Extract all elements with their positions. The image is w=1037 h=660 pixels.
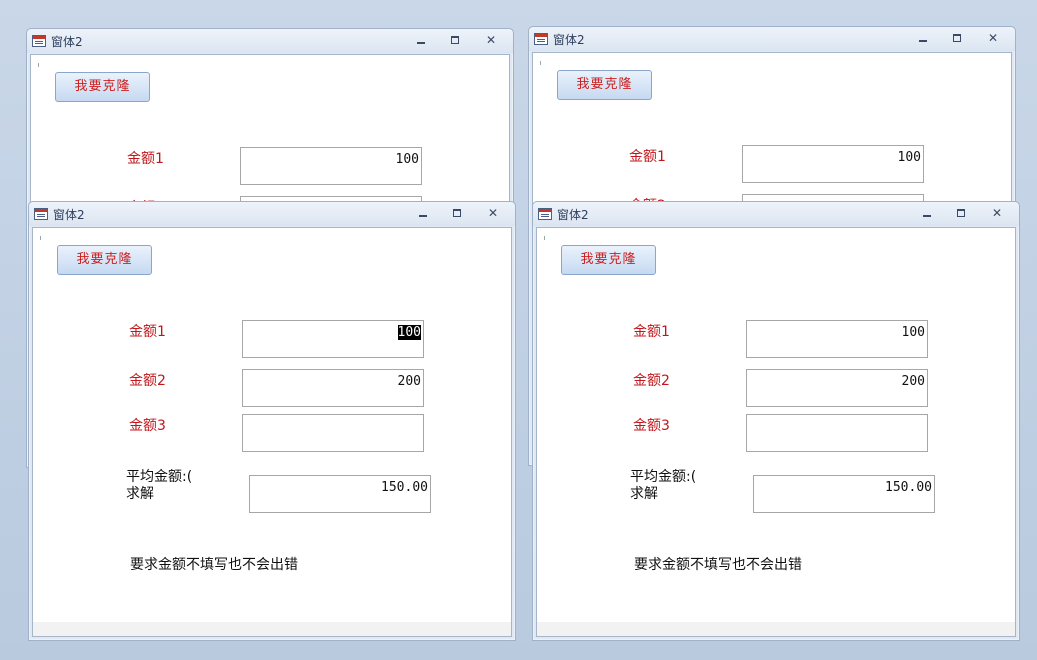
form-icon [34,208,48,220]
average-field[interactable]: 150.00 [753,475,935,513]
average-label: 平均金额:( 求解 [630,469,697,502]
close-icon[interactable]: ✕ [985,31,1001,45]
form-window-front-left[interactable]: 窗体2 ✕ 我要克隆 金额1 100 金额2 200 金额3 平均金额:( 求解… [28,201,516,641]
clone-button[interactable]: 我要克隆 [557,70,652,100]
maximize-icon[interactable] [449,206,465,220]
amount3-field[interactable] [242,414,424,452]
amount3-label: 金额3 [633,418,670,434]
maximize-icon[interactable] [953,206,969,220]
amount2-label: 金额2 [129,373,166,389]
close-icon[interactable]: ✕ [485,206,501,220]
amount1-label: 金额1 [629,149,666,165]
amount2-label: 金额2 [633,373,670,389]
desktop: { "windows": [ { "title": "窗体2", "clone_… [0,0,1037,660]
clone-button[interactable]: 我要克隆 [55,72,150,102]
amount1-field[interactable]: 100 [240,147,422,185]
title-bar[interactable]: 窗体2 ✕ [529,27,1015,51]
minimize-icon[interactable] [919,206,935,220]
close-icon[interactable]: ✕ [989,206,1005,220]
window-title: 窗体2 [553,33,585,47]
title-bar[interactable]: 窗体2 ✕ [27,29,513,53]
window-title: 窗体2 [557,208,589,222]
requirement-note: 要求金额不填写也不会出错 [130,557,298,573]
form-client-area: 我要克隆 金额1 100 金额2 200 金额3 平均金额:( 求解 150.0… [536,227,1016,637]
form-window-front-right[interactable]: 窗体2 ✕ 我要克隆 金额1 100 金额2 200 金额3 平均金额:( 求解… [532,201,1020,641]
maximize-icon[interactable] [949,31,965,45]
title-bar[interactable]: 窗体2 ✕ [29,202,515,226]
maximize-icon[interactable] [447,33,463,47]
amount1-selected-value: 100 [397,325,421,340]
requirement-note: 要求金额不填写也不会出错 [634,557,802,573]
amount1-field[interactable]: 100 [742,145,924,183]
divider [544,236,545,240]
title-bar[interactable]: 窗体2 ✕ [533,202,1019,226]
minimize-icon[interactable] [915,31,931,45]
amount2-field[interactable]: 200 [242,369,424,407]
form-footer [33,622,511,636]
amount2-field[interactable]: 200 [746,369,928,407]
form-footer [537,622,1015,636]
minimize-icon[interactable] [415,206,431,220]
amount1-label: 金额1 [633,324,670,340]
amount3-field[interactable] [746,414,928,452]
divider [40,236,41,240]
form-icon [32,35,46,47]
window-title: 窗体2 [51,35,83,49]
amount1-label: 金额1 [129,324,166,340]
amount1-field[interactable]: 100 [242,320,424,358]
divider [540,61,541,65]
average-field[interactable]: 150.00 [249,475,431,513]
form-client-area: 我要克隆 金额1 100 金额2 200 金额3 平均金额:( 求解 150.0… [32,227,512,637]
minimize-icon[interactable] [413,33,429,47]
clone-button[interactable]: 我要克隆 [561,245,656,275]
divider [38,63,39,67]
average-label: 平均金额:( 求解 [126,469,193,502]
clone-button[interactable]: 我要克隆 [57,245,152,275]
window-title: 窗体2 [53,208,85,222]
form-icon [534,33,548,45]
form-icon [538,208,552,220]
amount1-label: 金额1 [127,151,164,167]
close-icon[interactable]: ✕ [483,33,499,47]
amount1-field[interactable]: 100 [746,320,928,358]
amount3-label: 金额3 [129,418,166,434]
